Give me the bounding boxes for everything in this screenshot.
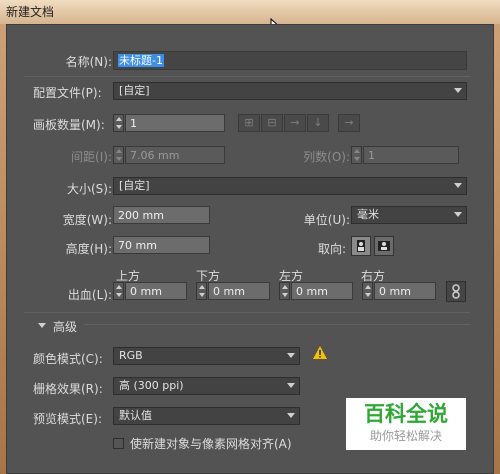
raster-effects-label: 栅格效果(R): xyxy=(33,382,103,396)
warning-icon xyxy=(313,346,327,359)
size-value: [自定] xyxy=(119,179,150,192)
step-up-icon xyxy=(116,149,122,153)
spacing-input[interactable]: 7.06 mm xyxy=(125,146,225,164)
step-up-icon xyxy=(365,285,371,289)
chevron-down-icon xyxy=(287,383,295,388)
step-down-icon xyxy=(365,293,371,297)
preview-mode-value: 默认值 xyxy=(119,409,152,422)
artboards-label: 画板数量(M): xyxy=(33,118,105,132)
color-mode-label: 颜色模式(C): xyxy=(33,352,103,366)
advanced-section-toggle[interactable]: 高级 xyxy=(53,318,77,335)
divider xyxy=(84,324,470,325)
units-label: 单位(U): xyxy=(303,213,350,227)
align-pixel-grid-label: 使新建对象与像素网格对齐(A) xyxy=(130,437,292,451)
raster-effects-value: 高 (300 ppi) xyxy=(119,379,184,392)
step-up-icon xyxy=(116,117,122,121)
size-label: 大小(S): xyxy=(66,182,112,196)
window-title: 新建文档 xyxy=(0,0,500,24)
bleed-bottom-input[interactable]: 0 mm xyxy=(208,282,270,300)
step-down-icon xyxy=(354,157,360,161)
grid-by-column-icon[interactable]: ⊟ xyxy=(261,114,283,132)
name-label: 名称(N): xyxy=(65,55,112,69)
units-value: 毫米 xyxy=(357,208,379,221)
columns-label: 列数(O): xyxy=(303,150,350,164)
step-up-icon xyxy=(199,285,205,289)
step-down-icon xyxy=(116,157,122,161)
name-input[interactable]: 未标题-1 xyxy=(113,51,467,70)
chain-link-icon xyxy=(452,284,460,299)
step-up-icon xyxy=(282,285,288,289)
grid-by-row-icon[interactable]: ⊞ xyxy=(238,114,260,132)
watermark-logo: 百科全说 助你轻松解决 xyxy=(346,398,466,450)
artboards-stepper[interactable] xyxy=(113,114,124,132)
bleed-label: 出血(L): xyxy=(67,288,112,302)
chevron-down-icon xyxy=(287,413,295,418)
bleed-top-stepper[interactable] xyxy=(113,282,124,300)
name-value: 未标题-1 xyxy=(118,54,164,67)
watermark-title: 百科全说 xyxy=(364,402,448,426)
profile-value: [自定] xyxy=(119,84,150,97)
bleed-left-stepper[interactable] xyxy=(279,282,290,300)
spacing-label: 间距(I): xyxy=(71,150,112,164)
height-input[interactable]: 70 mm xyxy=(113,236,210,254)
step-up-icon xyxy=(354,149,360,153)
step-down-icon xyxy=(116,293,122,297)
color-mode-select[interactable]: RGB xyxy=(113,347,300,365)
landscape-icon xyxy=(378,241,390,251)
step-up-icon xyxy=(116,285,122,289)
profile-label: 配置文件(P): xyxy=(33,86,102,100)
collapse-triangle-icon[interactable] xyxy=(38,323,46,328)
arrange-by-column-icon[interactable]: ↓ xyxy=(307,114,329,132)
raster-effects-select[interactable]: 高 (300 ppi) xyxy=(113,377,300,395)
watermark-subtitle: 助你轻松解决 xyxy=(369,429,442,443)
preview-mode-select[interactable]: 默认值 xyxy=(113,407,300,425)
divider xyxy=(24,76,470,77)
portrait-icon xyxy=(357,240,365,252)
bleed-bottom-stepper[interactable] xyxy=(196,282,207,300)
right-to-left-icon[interactable]: → xyxy=(338,114,360,132)
chevron-down-icon xyxy=(287,353,295,358)
step-down-icon xyxy=(282,293,288,297)
link-bleed-button[interactable] xyxy=(446,281,466,302)
spacing-stepper[interactable] xyxy=(113,146,124,164)
bleed-right-input[interactable]: 0 mm xyxy=(374,282,436,300)
portrait-orientation-button[interactable] xyxy=(351,236,371,256)
preview-mode-label: 预览模式(E): xyxy=(33,412,102,426)
step-down-icon xyxy=(116,125,122,129)
landscape-orientation-button[interactable] xyxy=(374,236,394,256)
step-down-icon xyxy=(199,293,205,297)
size-select[interactable]: [自定] xyxy=(113,177,467,195)
color-mode-value: RGB xyxy=(119,349,143,362)
bleed-top-input[interactable]: 0 mm xyxy=(125,282,187,300)
align-pixel-grid-checkbox[interactable] xyxy=(113,438,124,449)
divider xyxy=(24,312,470,313)
artboards-input[interactable]: 1 xyxy=(125,114,225,132)
units-select[interactable]: 毫米 xyxy=(351,206,467,224)
width-input[interactable]: 200 mm xyxy=(113,206,210,224)
arrange-by-row-icon[interactable]: → xyxy=(284,114,306,132)
profile-select[interactable]: [自定] xyxy=(113,82,467,100)
height-label: 高度(H): xyxy=(65,242,112,256)
columns-input[interactable]: 1 xyxy=(363,146,459,164)
window-frame-right xyxy=(494,24,500,474)
bleed-left-input[interactable]: 0 mm xyxy=(291,282,353,300)
orientation-label: 取向: xyxy=(317,242,346,256)
chevron-down-icon xyxy=(454,88,462,93)
width-label: 宽度(W): xyxy=(62,213,112,227)
chevron-down-icon xyxy=(454,183,462,188)
columns-stepper[interactable] xyxy=(351,146,362,164)
bleed-right-stepper[interactable] xyxy=(362,282,373,300)
chevron-down-icon xyxy=(454,212,462,217)
